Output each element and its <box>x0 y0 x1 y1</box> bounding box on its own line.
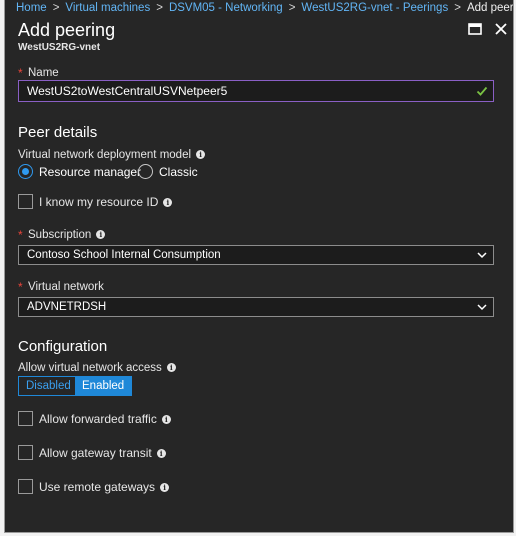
virtual-network-label: Virtual network <box>28 281 104 293</box>
breadcrumb-separator: > <box>454 2 461 14</box>
radio-resource-manager[interactable] <box>18 164 33 179</box>
subscription-label: Subscription i <box>28 229 106 241</box>
configuration-heading: Configuration <box>18 338 108 355</box>
breadcrumb-current: Add peering <box>466 2 514 14</box>
info-icon[interactable]: i <box>166 363 176 372</box>
close-button[interactable] <box>493 21 509 37</box>
remote-gateways-label: Use remote gateways i <box>39 480 170 494</box>
info-icon[interactable]: i <box>161 415 171 424</box>
breadcrumb-dsvm05-networking[interactable]: DSVM05 - Networking <box>169 2 283 14</box>
required-asterisk: * <box>18 280 23 294</box>
forwarded-traffic-checkbox[interactable] <box>18 411 33 426</box>
page-subtitle: WestUS2RG-vnet <box>18 42 101 53</box>
forwarded-traffic-label: Allow forwarded traffic i <box>39 412 171 426</box>
virtual-network-select-value: ADVNETRDSH <box>27 301 107 313</box>
remote-gateways-checkbox[interactable] <box>18 479 33 494</box>
gateway-transit-label-text: Allow gateway transit <box>39 446 152 460</box>
breadcrumb-virtual-machines[interactable]: Virtual machines <box>65 2 150 14</box>
breadcrumb-separator: > <box>156 2 163 14</box>
radio-classic[interactable] <box>138 164 153 179</box>
subscription-select[interactable]: Contoso School Internal Consumption <box>18 245 494 265</box>
chevron-down-icon <box>477 252 487 259</box>
info-icon[interactable]: i <box>160 483 170 492</box>
info-icon[interactable]: i <box>163 198 173 207</box>
required-asterisk: * <box>18 66 23 80</box>
subscription-select-value: Contoso School Internal Consumption <box>27 249 221 261</box>
network-access-toggle: Disabled Enabled <box>18 376 132 396</box>
breadcrumb: Home > Virtual machines > DSVM05 - Networkin… <box>5 0 513 17</box>
info-icon[interactable]: i <box>196 150 206 159</box>
breadcrumb-home[interactable]: Home <box>16 2 47 14</box>
subscription-label-text: Subscription <box>28 229 92 241</box>
deployment-model-label-text: Virtual network deployment model <box>18 149 192 161</box>
name-label: Name <box>28 67 59 79</box>
info-icon[interactable]: i <box>156 449 166 458</box>
page-title: Add peering <box>18 20 116 40</box>
peer-details-heading: Peer details <box>18 124 98 141</box>
check-icon <box>476 86 488 96</box>
name-input[interactable]: WestUS2toWestCentralUSVNetpeer5 <box>18 80 494 102</box>
radio-resource-manager-label[interactable]: Resource manager <box>39 165 141 179</box>
toggle-disabled[interactable]: Disabled <box>19 377 75 395</box>
required-asterisk: * <box>18 228 23 242</box>
virtual-network-select[interactable]: ADVNETRDSH <box>18 297 494 317</box>
maximize-icon <box>468 23 482 35</box>
gateway-transit-label: Allow gateway transit i <box>39 446 166 460</box>
network-access-label: Allow virtual network access i <box>18 362 176 374</box>
network-access-label-text: Allow virtual network access <box>18 362 162 374</box>
know-resource-id-checkbox[interactable] <box>18 194 33 209</box>
info-icon[interactable]: i <box>96 230 106 239</box>
close-icon <box>495 23 507 35</box>
chevron-down-icon <box>477 304 487 311</box>
remote-gateways-label-text: Use remote gateways <box>39 480 156 494</box>
deployment-model-label: Virtual network deployment model i <box>18 149 206 161</box>
gateway-transit-checkbox[interactable] <box>18 445 33 460</box>
add-peering-blade: Home > Virtual machines > DSVM05 - Networkin… <box>4 0 514 533</box>
maximize-button[interactable] <box>467 21 483 37</box>
radio-classic-label[interactable]: Classic <box>159 165 198 179</box>
breadcrumb-peerings[interactable]: WestUS2RG-vnet - Peerings <box>301 2 448 14</box>
name-input-value: WestUS2toWestCentralUSVNetpeer5 <box>27 84 228 98</box>
toggle-enabled[interactable]: Enabled <box>75 377 131 395</box>
know-resource-id-label-text: I know my resource ID <box>39 195 159 209</box>
breadcrumb-separator: > <box>52 2 60 14</box>
breadcrumb-separator: > <box>288 2 296 14</box>
know-resource-id-label: I know my resource ID i <box>39 195 173 209</box>
forwarded-traffic-label-text: Allow forwarded traffic <box>39 412 157 426</box>
